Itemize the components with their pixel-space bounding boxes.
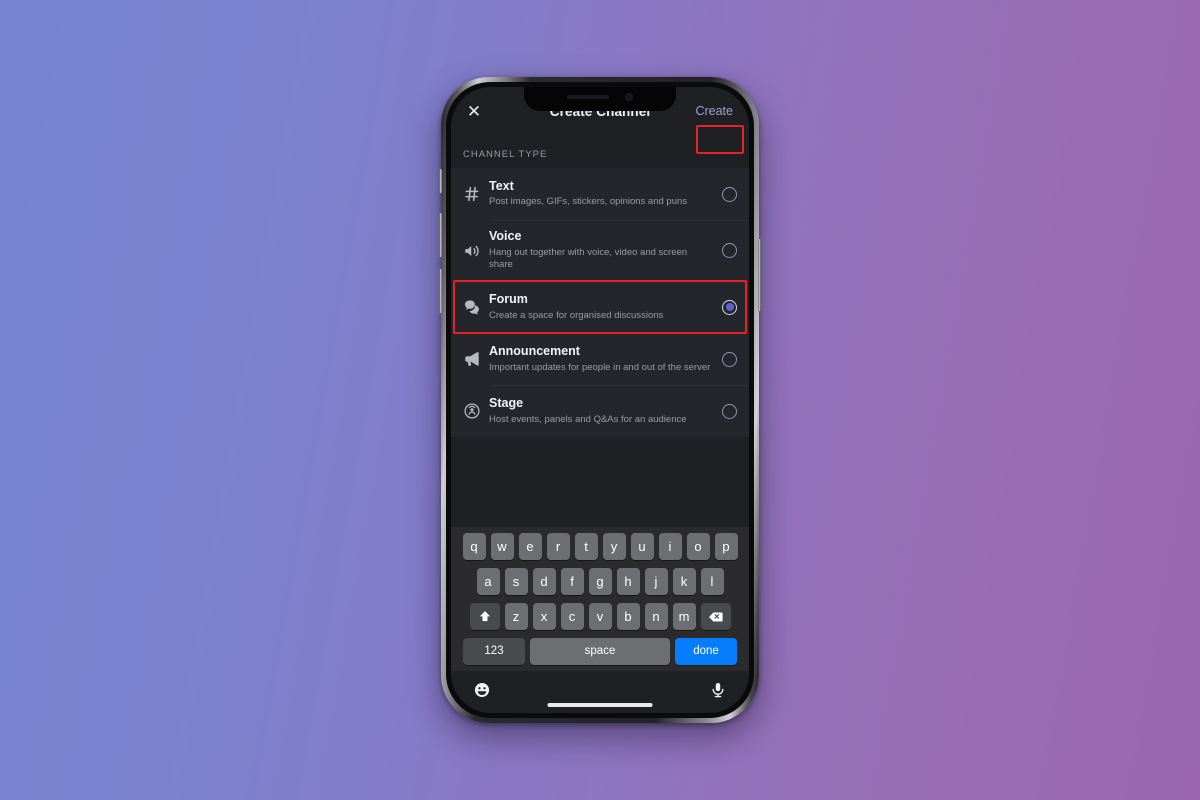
channel-type-title: Text: [489, 178, 514, 193]
channel-type-description: Post images, GIFs, stickers, opinions an…: [489, 196, 688, 208]
home-indicator[interactable]: [547, 703, 653, 707]
earpiece-speaker: [567, 95, 609, 99]
key-o[interactable]: o: [686, 533, 710, 560]
key-k[interactable]: k: [672, 568, 696, 595]
channel-type-description: Create a space for organised discussions: [489, 309, 664, 321]
done-key[interactable]: done: [675, 638, 737, 665]
front-camera: [625, 93, 633, 101]
phone-bezel: ✕ Create Channel Create CHANNEL TYPE Tex…: [446, 82, 754, 718]
channel-type-section-header: CHANNEL TYPE: [463, 149, 548, 160]
key-j[interactable]: j: [644, 568, 668, 595]
keyboard-bottom-row: 123 space done: [453, 638, 747, 665]
key-z[interactable]: z: [504, 603, 528, 630]
channel-type-text: Text Post images, GIFs, stickers, opinio…: [489, 179, 722, 209]
keyboard-row-1: qwertyuiop: [453, 533, 747, 560]
channel-type-title: Announcement: [489, 344, 580, 359]
channel-type-description: Important updates for people in and out …: [489, 361, 711, 373]
channel-type-title: Forum: [489, 292, 528, 307]
channel-type-title: Stage: [489, 396, 524, 411]
channel-type-title: Voice: [489, 229, 522, 243]
channel-type-row-forum[interactable]: Forum Create a space for organised discu…: [451, 281, 749, 333]
key-y[interactable]: y: [602, 533, 626, 560]
key-s[interactable]: s: [504, 568, 528, 595]
key-a[interactable]: a: [476, 568, 500, 595]
key-u[interactable]: u: [630, 533, 654, 560]
channel-type-list: Text Post images, GIFs, stickers, opinio…: [451, 168, 749, 438]
phone-screen: ✕ Create Channel Create CHANNEL TYPE Tex…: [451, 87, 749, 713]
channel-type-text: Forum Create a space for organised discu…: [489, 292, 722, 322]
hash-icon: [463, 185, 489, 203]
key-l[interactable]: l: [700, 568, 724, 595]
megaphone-icon: [463, 350, 489, 368]
key-c[interactable]: c: [560, 603, 584, 630]
microphone-icon[interactable]: [709, 681, 727, 704]
key-i[interactable]: i: [658, 533, 682, 560]
channel-type-row-text[interactable]: Text Post images, GIFs, stickers, opinio…: [451, 168, 749, 220]
radio-forum[interactable]: [722, 299, 737, 315]
radio-text[interactable]: [722, 186, 737, 202]
radio-voice[interactable]: [722, 243, 737, 259]
key-m[interactable]: m: [672, 603, 696, 630]
key-h[interactable]: h: [616, 568, 640, 595]
channel-type-text: Stage Host events, panels and Q&As for a…: [489, 396, 722, 426]
key-p[interactable]: p: [714, 533, 738, 560]
radio-stage[interactable]: [722, 403, 737, 419]
key-r[interactable]: r: [546, 533, 570, 560]
key-v[interactable]: v: [588, 603, 612, 630]
keyboard-letters-row-3: zxcvbnm: [504, 603, 696, 630]
emoji-icon[interactable]: [473, 681, 491, 704]
channel-type-row-stage[interactable]: Stage Host events, panels and Q&As for a…: [451, 385, 749, 437]
key-f[interactable]: f: [560, 568, 584, 595]
key-g[interactable]: g: [588, 568, 612, 595]
key-d[interactable]: d: [532, 568, 556, 595]
radio-announcement[interactable]: [722, 351, 737, 367]
create-channel-screen: ✕ Create Channel Create CHANNEL TYPE Tex…: [451, 87, 749, 713]
channel-type-row-announcement[interactable]: Announcement Important updates for peopl…: [451, 333, 749, 385]
channel-type-description: Host events, panels and Q&As for an audi…: [489, 413, 687, 425]
key-e[interactable]: e: [518, 533, 542, 560]
channel-type-row-voice[interactable]: Voice Hang out together with voice, vide…: [451, 220, 749, 281]
channel-type-text: Voice Hang out together with voice, vide…: [489, 229, 722, 272]
power-button[interactable]: [758, 239, 761, 311]
close-icon[interactable]: ✕: [461, 98, 487, 124]
key-x[interactable]: x: [532, 603, 556, 630]
key-t[interactable]: t: [574, 533, 598, 560]
backspace-icon[interactable]: [700, 603, 731, 630]
channel-type-description: Hang out together with voice, video and …: [489, 246, 688, 271]
volume-down-button[interactable]: [439, 269, 442, 313]
silent-switch[interactable]: [439, 169, 442, 193]
shift-icon[interactable]: [469, 603, 500, 630]
key-b[interactable]: b: [616, 603, 640, 630]
on-screen-keyboard: qwertyuiop asdfghjkl zxcvbnm 123 space d…: [451, 527, 749, 671]
space-key[interactable]: space: [530, 638, 670, 665]
key-n[interactable]: n: [644, 603, 668, 630]
key-q[interactable]: q: [462, 533, 486, 560]
volume-up-button[interactable]: [439, 213, 442, 257]
create-button[interactable]: Create: [689, 101, 739, 121]
keyboard-accessory-bar: [451, 671, 749, 713]
keyboard-row-3: zxcvbnm: [453, 603, 747, 630]
device-notch: [524, 87, 676, 111]
stage-icon: [463, 402, 489, 420]
numbers-key[interactable]: 123: [463, 638, 525, 665]
channel-type-text: Announcement Important updates for peopl…: [489, 344, 722, 374]
speaker-icon: [463, 242, 489, 260]
phone-device-frame: ✕ Create Channel Create CHANNEL TYPE Tex…: [439, 77, 761, 723]
forum-icon: [463, 298, 489, 316]
keyboard-row-2: asdfghjkl: [453, 568, 747, 595]
key-w[interactable]: w: [490, 533, 514, 560]
